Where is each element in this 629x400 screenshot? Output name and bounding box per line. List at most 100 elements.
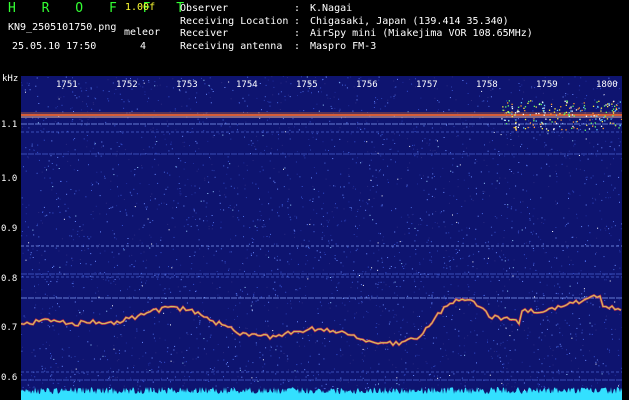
meteor-echo (511, 116, 513, 118)
x-tick-1757: 1757 (416, 80, 438, 90)
meteor-echo (549, 119, 551, 121)
meteor-echo (535, 120, 537, 122)
meteor-echo (602, 127, 604, 130)
meteor-echo (584, 129, 586, 131)
meteor-echo (595, 118, 597, 120)
meteor-echo (529, 122, 532, 124)
meteor-echo (515, 119, 517, 121)
meteor-echo (616, 104, 618, 106)
meteor-echo (600, 107, 603, 109)
meteor-echo (541, 101, 544, 103)
x-tick-1752: 1752 (116, 80, 138, 90)
capture-datetime: 25.05.10 17:50 (12, 41, 97, 52)
meteor-echo (614, 105, 616, 107)
meteor-echo (578, 107, 580, 109)
meteor-echo (612, 122, 614, 125)
meteor-echo (517, 126, 519, 128)
x-tick-1756: 1756 (356, 80, 378, 90)
meteor-echo (564, 100, 566, 102)
x-tick-1755: 1755 (296, 80, 318, 90)
meteor-echo (575, 121, 577, 123)
noise-floor (21, 387, 622, 400)
meteor-echo (593, 115, 595, 117)
meteor-echo (507, 102, 509, 104)
meteor-echo (594, 122, 596, 124)
meteor-echo (533, 118, 535, 120)
station-row-receiver: Receiver: AirSpy mini (Miakejima VOR 108.… (180, 28, 533, 40)
meteor-echo (554, 108, 556, 110)
meteor-echo (543, 107, 545, 109)
y-tick-0.7: 0.7 (1, 323, 18, 333)
meteor-echo (540, 126, 542, 128)
meteor-echo (613, 100, 615, 102)
meteor-echo (507, 105, 509, 107)
meteor-echo (555, 123, 558, 125)
meteor-echo (581, 109, 583, 112)
meteor-echo (572, 125, 574, 128)
meteor-echo (596, 101, 598, 103)
meteor-echo (545, 128, 548, 130)
meteor-echo (571, 127, 573, 129)
meteor-echo (527, 126, 529, 129)
meteor-echo (614, 110, 616, 113)
meteor-echo (502, 106, 504, 108)
meteor-echo (570, 110, 572, 112)
meteor-echo (611, 103, 613, 105)
meteor-echo (544, 112, 546, 114)
meteor-echo (530, 100, 532, 102)
meteor-echo (518, 124, 520, 126)
meteor-echo (612, 112, 615, 114)
y-tick-1.1: 1.1 (1, 120, 18, 130)
meteor-echo (615, 109, 617, 111)
meteor-echo (583, 106, 585, 109)
meteor-echo (615, 107, 617, 109)
trace-glow (21, 293, 622, 348)
meteor-echo (522, 113, 524, 116)
meteor-echo (619, 124, 621, 126)
meteor-echo (607, 103, 609, 105)
meteor-echo (539, 103, 541, 105)
meteor-echo (571, 110, 573, 112)
meteor-echo (520, 102, 523, 104)
meteor-echo (555, 114, 558, 116)
meteor-echo (565, 129, 567, 131)
meteor-echo (538, 112, 540, 115)
meteor-echo (564, 112, 566, 114)
meteor-echo (532, 124, 534, 126)
meteor-echo (527, 102, 529, 104)
meteor-echo (597, 114, 600, 116)
meteor-echo (611, 110, 613, 112)
meteor-echo (583, 105, 586, 107)
meteor-echo (524, 106, 527, 108)
meteor-echo (518, 111, 520, 113)
signal-trace (21, 294, 622, 347)
y-tick-0.6: 0.6 (1, 373, 18, 383)
meteor-echo (511, 106, 513, 108)
meteor-echo (605, 111, 607, 113)
meteor-echo (568, 114, 571, 117)
meteor-echo (502, 109, 504, 111)
meteor-echo (610, 118, 612, 120)
y-tick-0.8: 0.8 (1, 274, 18, 284)
mode-label: meleor (124, 27, 161, 38)
meteor-echo (575, 109, 578, 111)
meteor-echo (540, 103, 542, 106)
meteor-echo (558, 109, 561, 111)
meteor-echo (505, 112, 507, 114)
x-tick-1753: 1753 (176, 80, 198, 90)
meteor-echo (508, 100, 510, 102)
app-title: H R O F F T (8, 1, 194, 16)
meteor-echo (569, 107, 571, 109)
meteor-echo (535, 106, 537, 108)
meteor-echo (511, 103, 513, 105)
meteor-echo (511, 107, 514, 110)
meteor-echo (592, 105, 595, 107)
meteor-echo (604, 120, 606, 122)
meteor-echo (511, 113, 513, 115)
header-panel: H R O F F T 1.00f KN9_2505101750.png 25.… (0, 0, 629, 74)
meteor-echo (568, 112, 570, 114)
meteor-echo (612, 115, 614, 117)
meteor-echo (515, 121, 517, 124)
meteor-echo (539, 123, 542, 126)
meteor-echo (601, 121, 603, 123)
